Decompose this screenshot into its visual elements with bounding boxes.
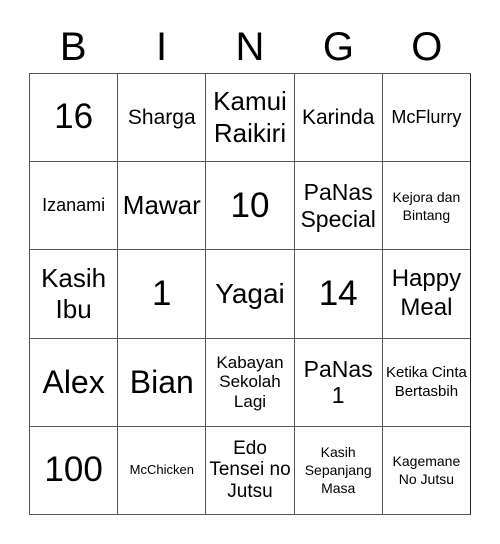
bingo-cell[interactable]: Karinda xyxy=(294,74,383,163)
bingo-cell[interactable]: Kagemane No Jutsu xyxy=(382,426,471,515)
bingo-cell[interactable]: Kasih Sepanjang Masa xyxy=(294,426,383,515)
bingo-cell[interactable]: Kejora dan Bintang xyxy=(382,162,471,251)
header-letter-i: I xyxy=(156,25,168,69)
bingo-cell[interactable]: 1 xyxy=(118,250,207,339)
bingo-cell[interactable]: Kasih Ibu xyxy=(30,250,119,339)
header-letter-g: G xyxy=(322,25,354,69)
bingo-cell[interactable]: 16 xyxy=(30,74,119,163)
bingo-cell[interactable]: Alex xyxy=(30,338,119,427)
bingo-cell[interactable]: Edo Tensei no Jutsu xyxy=(206,426,295,515)
bingo-cell[interactable]: Happy Meal xyxy=(382,250,471,339)
bingo-cell[interactable]: PaNas Special xyxy=(294,162,383,251)
bingo-cell[interactable]: Kamui Raikiri xyxy=(206,74,295,163)
bingo-cell[interactable]: PaNas 1 xyxy=(294,338,383,427)
header-letter-b: B xyxy=(59,25,87,69)
bingo-cell[interactable]: 10 xyxy=(206,162,295,251)
bingo-header: B I N G O xyxy=(29,22,471,72)
bingo-cell[interactable]: Ketika Cinta Bertasbih xyxy=(382,338,471,427)
bingo-cell[interactable]: Kabayan Sekolah Lagi xyxy=(206,338,295,427)
bingo-cell[interactable]: McChicken xyxy=(118,426,207,515)
bingo-cell[interactable]: Bian xyxy=(118,338,207,427)
bingo-cell[interactable]: 100 xyxy=(30,426,119,515)
header-letter-o: O xyxy=(411,25,443,69)
bingo-cell[interactable]: Yagai xyxy=(206,250,295,339)
bingo-board: 16 Sharga Kamui Raikiri Karinda McFlurry… xyxy=(29,73,471,515)
header-letter-n: N xyxy=(235,25,265,69)
bingo-cell[interactable]: McFlurry xyxy=(382,74,471,163)
bingo-cell[interactable]: Sharga xyxy=(118,74,207,163)
bingo-cell[interactable]: Izanami xyxy=(30,162,119,251)
bingo-cell[interactable]: Mawar xyxy=(118,162,207,251)
bingo-cell[interactable]: 14 xyxy=(294,250,383,339)
